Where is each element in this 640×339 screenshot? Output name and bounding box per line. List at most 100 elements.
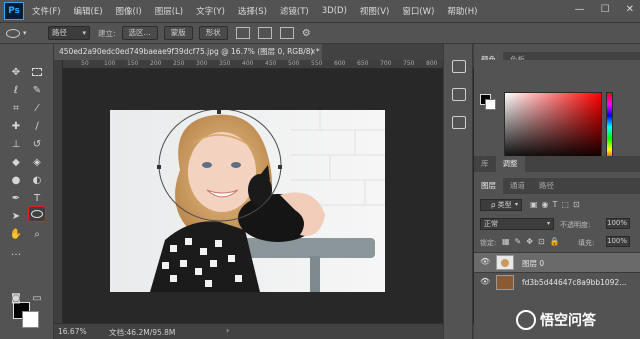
ellipse-tool-icon[interactable]	[28, 206, 46, 222]
right-panels: 颜色 色板 库 调整 图层 通道 路径 ρ 类型 ▣◉T⬚⊡ 正常 不透明度: …	[474, 44, 640, 339]
layer-name[interactable]: 图层 0	[522, 258, 544, 269]
pen-icon[interactable]: ✒	[7, 190, 25, 206]
options-bar: ▾ 路径 建立: 选区... 蒙版 形状 ⚙	[0, 22, 640, 44]
quick-select-icon[interactable]: ✎	[28, 82, 46, 98]
menu-3d[interactable]: 3D(D)	[322, 6, 347, 16]
gear-icon[interactable]: ⚙	[302, 28, 311, 39]
dodge-icon[interactable]: ◐	[28, 172, 46, 188]
layer-filter-icons[interactable]: ▣◉T⬚⊡	[530, 200, 584, 209]
healing-brush-icon[interactable]: ✚	[7, 118, 25, 134]
close-window-button[interactable]: ✕	[626, 4, 634, 15]
zoom-level[interactable]: 16.67%	[58, 327, 87, 336]
document-tab[interactable]: 450ed2a90edc0ed749baeae9f39dcf75.jpg @ 1…	[54, 44, 322, 60]
make-shape-button[interactable]: 形状	[198, 26, 228, 40]
layer-row[interactable]: 👁 图层 0	[474, 252, 640, 272]
lasso-icon[interactable]: ℓ	[7, 82, 25, 98]
ruler-tick-label: 400	[242, 60, 254, 67]
ruler-tick-label: 350	[219, 60, 231, 67]
layer-name[interactable]: fd3b5d44647c8a9bb1092...	[522, 278, 626, 287]
tool-preset-picker[interactable]: ▾	[6, 25, 34, 41]
document-title: 450ed2a90edc0ed749baeae9f39dcf75.jpg @ 1…	[59, 47, 320, 56]
clone-stamp-icon[interactable]: ⊥	[7, 136, 25, 152]
eyedropper-icon[interactable]: ⁄	[28, 100, 46, 116]
tab-libraries[interactable]: 库	[474, 156, 496, 172]
menu-type[interactable]: 文字(Y)	[196, 5, 225, 17]
make-mask-button[interactable]: 蒙版	[163, 26, 193, 40]
background-color-chip[interactable]	[485, 99, 496, 110]
rect-marquee-icon[interactable]	[28, 64, 46, 80]
ruler-tick-label: 550	[311, 60, 323, 67]
ruler-tick-label: 50	[81, 60, 89, 67]
screen-mode-icon[interactable]: ▭	[28, 290, 46, 306]
hand-icon[interactable]: ✋	[7, 226, 25, 242]
menu-select[interactable]: 选择(S)	[238, 5, 267, 17]
ruler-tick-label: 150	[127, 60, 139, 67]
path-operations-icon[interactable]	[235, 27, 250, 39]
paint-bucket-icon[interactable]: ◈	[28, 154, 46, 170]
status-bar: 16.67% 文档:46.2M/95.8M ›	[54, 323, 474, 339]
path-arrangement-icon[interactable]	[279, 27, 294, 39]
opacity-label: 不透明度:	[560, 221, 591, 229]
image-layer[interactable]	[110, 110, 385, 292]
make-selection-button[interactable]: 选区...	[121, 26, 158, 40]
history-panel-icon[interactable]	[452, 60, 466, 73]
menu-help[interactable]: 帮助(H)	[447, 5, 477, 17]
menu-window[interactable]: 窗口(W)	[402, 5, 434, 17]
status-menu-arrow[interactable]: ›	[226, 326, 229, 335]
quick-mask-icon[interactable]: ◙	[7, 290, 25, 306]
ruler-tick-label: 600	[334, 60, 346, 67]
swatches-panel-icon[interactable]	[452, 116, 466, 129]
crop-icon[interactable]: ⌗	[7, 100, 25, 116]
path-select-icon[interactable]: ➤	[7, 208, 25, 224]
eraser-icon[interactable]: ◆	[7, 154, 25, 170]
ruler-tick-label: 200	[150, 60, 162, 67]
photo-girl-with-rabbit	[110, 110, 385, 292]
brush-icon[interactable]: ∕	[28, 118, 46, 134]
menu-image[interactable]: 图像(I)	[116, 5, 142, 17]
move-tool-icon[interactable]: ✥	[7, 64, 25, 80]
hue-slider[interactable]	[606, 92, 613, 162]
layer-filter-select[interactable]: ρ 类型	[480, 199, 522, 211]
close-icon[interactable]: ×	[310, 44, 316, 60]
layer-row[interactable]: 👁 fd3b5d44647c8a9bb1092...	[474, 272, 640, 292]
minimize-button[interactable]: —	[575, 4, 585, 15]
tab-channels[interactable]: 通道	[503, 178, 532, 194]
menu-file[interactable]: 文件(F)	[32, 5, 61, 17]
blend-mode-select[interactable]: 正常	[480, 218, 554, 230]
menu-filter[interactable]: 滤镜(T)	[280, 5, 309, 17]
more-tools-icon[interactable]: …	[7, 244, 25, 260]
ruler-tick-label: 100	[104, 60, 116, 67]
ruler-tick-label: 500	[288, 60, 300, 67]
tab-layers[interactable]: 图层	[474, 178, 503, 194]
watermark-text: 悟空问答	[540, 313, 596, 329]
path-anchor[interactable]	[278, 165, 282, 169]
eye-icon[interactable]: 👁	[480, 257, 490, 266]
maximize-button[interactable]: ☐	[601, 4, 610, 15]
blur-icon[interactable]: ●	[7, 172, 25, 188]
horizontal-ruler: 50 100 150 200 250 300 350 400 450 500 550 600 650 70…	[63, 60, 474, 69]
menu-view[interactable]: 视图(V)	[360, 5, 389, 17]
zoom-icon[interactable]: ⌕	[28, 226, 46, 242]
path-anchor[interactable]	[157, 165, 161, 169]
path-anchor[interactable]	[217, 110, 221, 114]
background-color-swatch[interactable]	[22, 311, 39, 328]
menu-edit[interactable]: 编辑(E)	[74, 5, 103, 17]
type-icon[interactable]: T	[28, 190, 46, 206]
fill-input[interactable]: 100%	[606, 236, 630, 247]
ruler-tick-label: 450	[265, 60, 277, 67]
layers-panel-tabs: 图层 通道 路径	[474, 178, 640, 194]
tab-adjustments[interactable]: 调整	[495, 156, 525, 172]
ellipse-icon	[6, 28, 20, 38]
ruler-tick-label: 750	[403, 60, 415, 67]
lock-icons[interactable]: ▦✎✥⊡🔒	[502, 237, 565, 246]
opacity-input[interactable]: 100%	[606, 218, 630, 229]
properties-panel-icon[interactable]	[452, 88, 466, 101]
color-field[interactable]	[504, 92, 602, 162]
tab-paths[interactable]: 路径	[532, 178, 561, 194]
history-brush-icon[interactable]: ↺	[28, 136, 46, 152]
eye-icon[interactable]: 👁	[480, 277, 490, 286]
tool-mode-select[interactable]: 路径	[48, 26, 90, 40]
menu-layer[interactable]: 图层(L)	[155, 5, 183, 17]
path-alignment-icon[interactable]	[257, 27, 272, 39]
ruler-tick-label: 300	[196, 60, 208, 67]
